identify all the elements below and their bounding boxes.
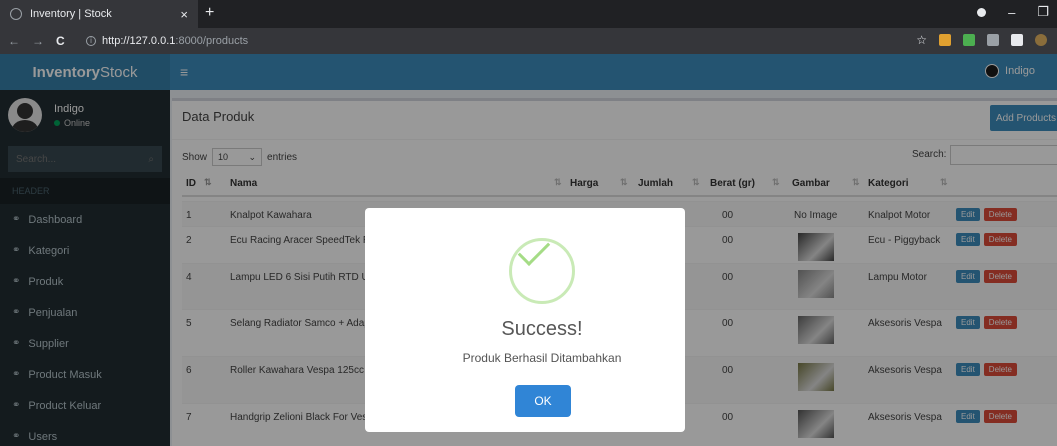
extension-icon[interactable] <box>939 34 951 46</box>
profile-icon[interactable] <box>1035 34 1047 46</box>
url-host: http://127.0.0.1 <box>102 35 176 47</box>
extension-icon[interactable] <box>963 34 975 46</box>
minimize-button[interactable]: – <box>1008 5 1015 20</box>
url-field[interactable]: i http://127.0.0.1 :8000/products <box>86 35 248 47</box>
browser-tabbar: Inventory | Stock × + – ❐ <box>0 0 1057 28</box>
reload-button[interactable]: C <box>56 34 74 48</box>
account-icon[interactable] <box>977 7 987 17</box>
globe-icon <box>10 8 22 20</box>
extension-icon[interactable] <box>987 34 999 46</box>
tab-close-button[interactable]: × <box>180 7 188 22</box>
browser-tab[interactable]: Inventory | Stock × <box>0 0 198 28</box>
back-button[interactable]: ← <box>8 34 26 48</box>
restore-button[interactable]: ❐ <box>1037 4 1049 20</box>
puzzle-icon[interactable] <box>1011 34 1023 46</box>
forward-button[interactable]: → <box>32 34 50 48</box>
info-icon[interactable]: i <box>86 36 96 46</box>
tab-title: Inventory | Stock <box>30 8 112 20</box>
url-path: :8000/products <box>175 35 249 47</box>
extensions: ☆ <box>916 33 1047 47</box>
address-bar: ← → C i http://127.0.0.1 :8000/products … <box>0 28 1057 54</box>
new-tab-button[interactable]: + <box>205 4 214 22</box>
window-controls: – ❐ <box>977 4 1049 20</box>
modal-title: Success! <box>501 318 583 340</box>
ok-button[interactable]: OK <box>515 385 571 417</box>
star-icon[interactable]: ☆ <box>916 33 927 47</box>
modal-message: Produk Berhasil Ditambahkan <box>462 351 622 365</box>
success-modal: Success! Produk Berhasil Ditambahkan OK <box>365 208 685 432</box>
